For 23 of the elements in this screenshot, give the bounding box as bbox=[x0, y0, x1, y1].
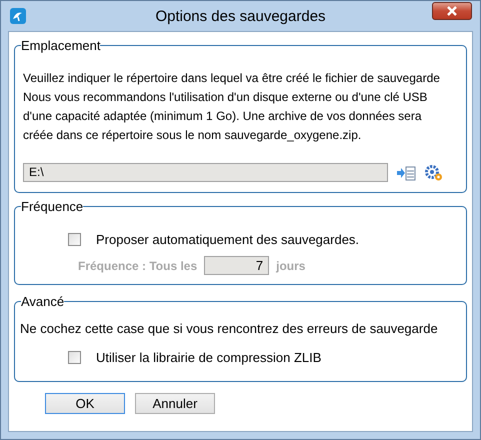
close-icon bbox=[447, 6, 457, 16]
description-text: Nous vous recommandons l'utilisation d'un disque externe ou d'une clé USB bbox=[23, 89, 428, 106]
interval-label: Fréquence : Tous les bbox=[78, 258, 198, 272]
checkbox[interactable] bbox=[68, 351, 81, 364]
window-title: Options des sauvegardes bbox=[154, 8, 327, 24]
group-legend: Fréquence bbox=[21, 199, 84, 214]
cancel-button[interactable]: Annuler bbox=[135, 393, 215, 414]
unit-label: jours bbox=[276, 258, 306, 272]
gears-icon[interactable] bbox=[424, 164, 444, 182]
checkbox-label: Proposer automatiquement des sauvegardes. bbox=[96, 232, 360, 247]
group-legend: Avancé bbox=[21, 294, 64, 309]
path-field[interactable]: E:\ bbox=[23, 163, 388, 182]
description-text: Veuillez indiquer le répertoire dans lequel va être créé le fichier de sauvegarde bbox=[23, 70, 441, 87]
arrow-list-icon[interactable] bbox=[396, 164, 416, 180]
note-text: Ne cochez cette case que si vous rencontrez des erreurs de sauvegarde bbox=[20, 321, 439, 336]
group-legend: Emplacement bbox=[21, 38, 100, 53]
ok-button[interactable]: OK bbox=[45, 393, 125, 414]
app-icon bbox=[10, 8, 26, 24]
checkbox-label: Utiliser la librairie de compression ZLIB bbox=[96, 350, 322, 365]
checkbox[interactable] bbox=[68, 233, 81, 246]
close-button[interactable] bbox=[432, 2, 472, 20]
description-text: créée dans ce répertoire sous le nom sauvegarde_oxygene.zip. bbox=[23, 127, 362, 144]
description-text: d'une capacité adaptée (minimum 1 Go). Une archive de vos données sera bbox=[23, 108, 423, 125]
